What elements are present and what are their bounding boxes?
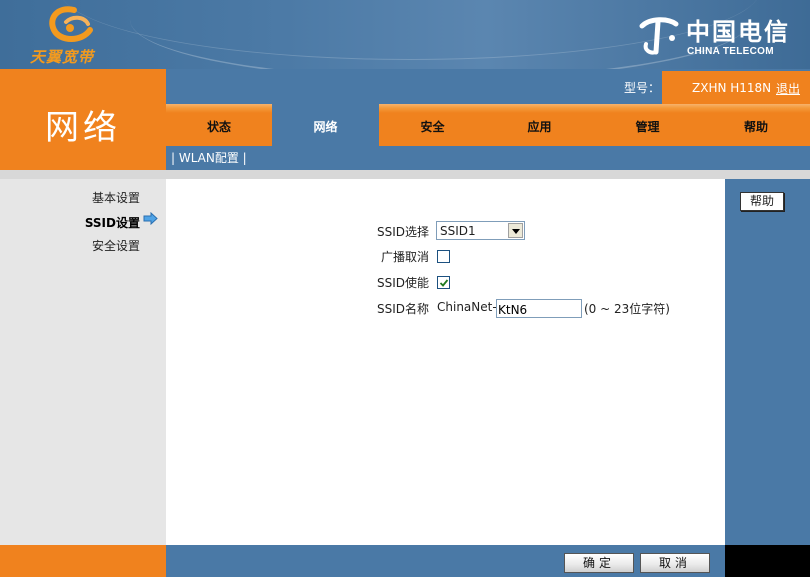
ssid-name-label: SSID名称 bbox=[376, 302, 429, 316]
logout-link[interactable]: 退出 bbox=[776, 80, 800, 97]
sub-nav: | WLAN配置 | bbox=[166, 146, 810, 170]
sidebar-item-security-settings[interactable]: 安全设置 bbox=[92, 237, 140, 254]
arrow-right-icon bbox=[143, 211, 158, 228]
bottom-bar-left bbox=[0, 545, 166, 577]
cancel-button[interactable]: 取消 bbox=[640, 553, 710, 573]
tab-status[interactable]: 状态 bbox=[166, 104, 272, 146]
subnav-wlan-config[interactable]: | WLAN配置 | bbox=[171, 149, 247, 166]
ssid-select-value: SSID1 bbox=[440, 224, 476, 238]
model-value: ZXHN H118N bbox=[692, 81, 772, 95]
help-button[interactable]: 帮助 bbox=[740, 192, 784, 211]
broadcast-cancel-label: 广播取消 bbox=[380, 250, 429, 264]
tab-help[interactable]: 帮助 bbox=[702, 104, 810, 146]
main-tabs: 状态 网络 安全 应用 管理 帮助 bbox=[166, 104, 810, 146]
brand-right-cn: 中国电信 bbox=[686, 17, 790, 46]
ssid-enable-checkbox[interactable] bbox=[437, 276, 450, 289]
ssid-name-input[interactable] bbox=[496, 299, 582, 318]
top-banner: 天翼宽带 中国电信 CHINA TELECOM bbox=[0, 0, 810, 69]
section-title: 网络 bbox=[45, 108, 121, 148]
ssid-name-hint: (0 ~ 23位字符) bbox=[584, 302, 670, 316]
ssid-select[interactable]: SSID1 bbox=[436, 221, 525, 240]
tianyi-logo-icon bbox=[49, 6, 93, 42]
tab-security[interactable]: 安全 bbox=[379, 104, 486, 146]
separator-strip bbox=[0, 170, 810, 179]
bottom-bar: 确定 取消 bbox=[166, 545, 725, 577]
tianyi-logo: 天翼宽带 bbox=[26, 4, 116, 66]
bottom-bar-right bbox=[725, 545, 810, 577]
ssid-enable-label: SSID使能 bbox=[376, 276, 429, 290]
sidebar: 基本设置 SSID设置 安全设置 bbox=[0, 179, 166, 545]
model-label: 型号： bbox=[624, 81, 661, 95]
china-telecom-logo: 中国电信 CHINA TELECOM bbox=[636, 10, 796, 60]
sidebar-item-ssid-settings[interactable]: SSID设置 bbox=[85, 214, 140, 231]
help-panel: 帮助 bbox=[725, 179, 810, 545]
model-bar: 型号： ZXHN H118N 退出 bbox=[166, 69, 810, 104]
tab-management[interactable]: 管理 bbox=[593, 104, 702, 146]
ssid-select-label: SSID选择 bbox=[376, 225, 429, 239]
model-box: ZXHN H118N 退出 bbox=[662, 71, 810, 104]
china-telecom-icon bbox=[639, 17, 679, 55]
chevron-down-icon[interactable] bbox=[508, 223, 523, 238]
checkmark-icon bbox=[439, 279, 449, 287]
sidebar-item-basic-settings[interactable]: 基本设置 bbox=[92, 189, 140, 206]
brand-right-en: CHINA TELECOM bbox=[687, 46, 774, 57]
main-content: SSID选择 SSID1 广播取消 SSID使能 SSID名称 ChinaNet… bbox=[166, 179, 725, 545]
section-header: 网络 bbox=[0, 69, 166, 170]
broadcast-cancel-checkbox[interactable] bbox=[437, 250, 450, 263]
brand-left-text: 天翼宽带 bbox=[30, 48, 95, 66]
tab-application[interactable]: 应用 bbox=[486, 104, 593, 146]
ssid-name-prefix: ChinaNet- bbox=[437, 300, 497, 314]
confirm-button[interactable]: 确定 bbox=[564, 553, 634, 573]
tab-network[interactable]: 网络 bbox=[272, 104, 379, 146]
